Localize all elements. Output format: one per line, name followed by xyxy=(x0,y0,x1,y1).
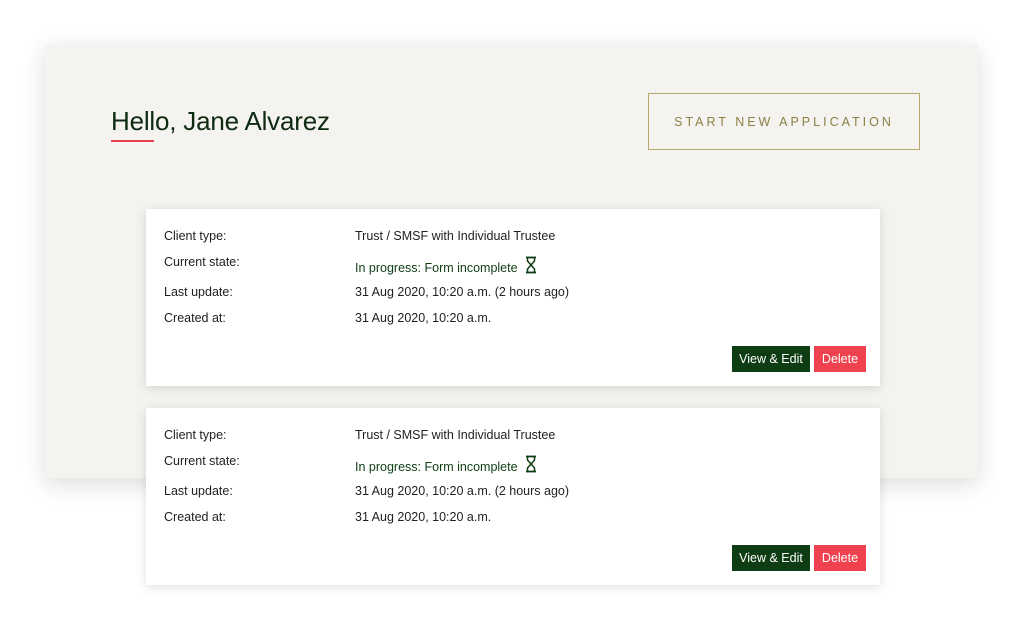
hourglass-icon xyxy=(525,256,537,274)
current-state-value: In progress: Form incomplete xyxy=(355,455,537,476)
created-at-label: Created at: xyxy=(164,311,226,325)
application-card: Client type: Trust / SMSF with Individua… xyxy=(146,209,880,386)
current-state-label: Current state: xyxy=(164,454,240,468)
hourglass-icon xyxy=(525,455,537,473)
view-edit-button[interactable]: View & Edit xyxy=(732,545,810,571)
created-at-row: Created at: 31 Aug 2020, 10:20 a.m. xyxy=(164,510,862,530)
greeting-title: Hello, Jane Alvarez xyxy=(111,106,330,136)
last-update-value: 31 Aug 2020, 10:20 a.m. (2 hours ago) xyxy=(355,285,570,299)
card-actions: View & Edit Delete xyxy=(732,545,866,571)
client-type-value: Trust / SMSF with Individual Trustee xyxy=(355,428,556,442)
client-type-label: Client type: xyxy=(164,229,227,243)
application-card: Client type: Trust / SMSF with Individua… xyxy=(146,408,880,585)
current-state-row: Current state: In progress: Form incompl… xyxy=(164,454,862,474)
last-update-row: Last update: 31 Aug 2020, 10:20 a.m. (2 … xyxy=(164,484,862,504)
current-state-row: Current state: In progress: Form incompl… xyxy=(164,255,862,275)
last-update-label: Last update: xyxy=(164,285,233,299)
client-type-label: Client type: xyxy=(164,428,227,442)
last-update-label: Last update: xyxy=(164,484,233,498)
card-actions: View & Edit Delete xyxy=(732,346,866,372)
current-state-text: In progress: Form incomplete xyxy=(355,460,518,474)
greeting-underline xyxy=(111,140,154,142)
view-edit-button[interactable]: View & Edit xyxy=(732,346,810,372)
start-new-application-button[interactable]: START NEW APPLICATION xyxy=(648,93,920,150)
delete-button[interactable]: Delete xyxy=(814,346,866,372)
client-type-row: Client type: Trust / SMSF with Individua… xyxy=(164,229,862,249)
current-state-text: In progress: Form incomplete xyxy=(355,261,518,275)
current-state-label: Current state: xyxy=(164,255,240,269)
client-type-value: Trust / SMSF with Individual Trustee xyxy=(355,229,556,243)
current-state-value: In progress: Form incomplete xyxy=(355,256,537,277)
last-update-value: 31 Aug 2020, 10:20 a.m. (2 hours ago) xyxy=(355,484,570,498)
created-at-value: 31 Aug 2020, 10:20 a.m. xyxy=(355,510,492,524)
created-at-value: 31 Aug 2020, 10:20 a.m. xyxy=(355,311,492,325)
delete-button[interactable]: Delete xyxy=(814,545,866,571)
client-type-row: Client type: Trust / SMSF with Individua… xyxy=(164,428,862,448)
created-at-label: Created at: xyxy=(164,510,226,524)
created-at-row: Created at: 31 Aug 2020, 10:20 a.m. xyxy=(164,311,862,331)
last-update-row: Last update: 31 Aug 2020, 10:20 a.m. (2 … xyxy=(164,285,862,305)
